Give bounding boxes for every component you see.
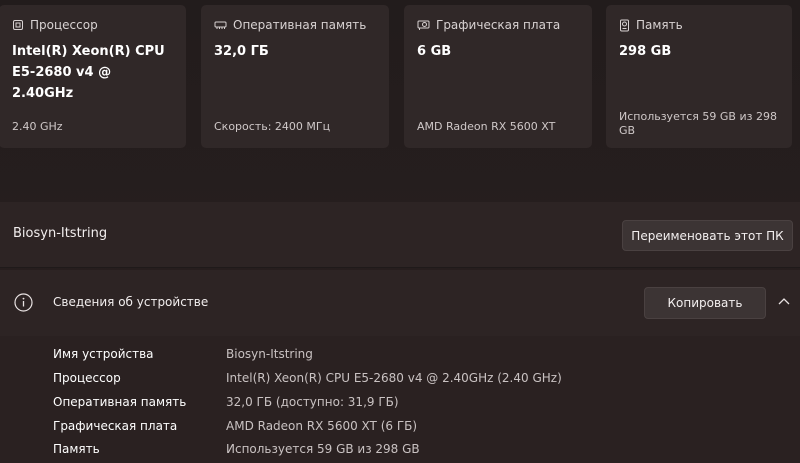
spec-label: Оперативная память (53, 395, 187, 409)
storage-card-value: 298 GB (619, 44, 672, 59)
storage-card-title: Память (636, 18, 683, 32)
spec-value[interactable]: Intel(R) Xeon(R) CPU E5-2680 v4 @ 2.40GH… (226, 368, 562, 388)
spec-label: Имя устройства (53, 347, 154, 361)
device-specs-header[interactable]: Сведения об устройстве Копировать (0, 270, 800, 336)
memory-card-subtext: Скорость: 2400 МГц (214, 120, 331, 133)
storage-icon (620, 19, 629, 31)
spec-label: Графическая плата (53, 419, 178, 433)
pc-name: Biosyn-Itstring (13, 226, 108, 241)
device-specs-list: Имя устройства Biosyn-Itstring Процессор… (0, 336, 800, 463)
memory-card-title: Оперативная память (233, 18, 367, 32)
rename-pc-button[interactable]: Переименовать этот ПК (622, 220, 793, 251)
storage-subtext-line: Используется 59 GB из 298 (619, 110, 777, 123)
processor-value-line: 2.40GHz (12, 86, 74, 101)
info-icon (14, 293, 33, 312)
spec-row-graphics: Графическая плата AMD Radeon RX 5600 XT … (0, 416, 800, 436)
graphics-card-header: Графическая плата (417, 17, 580, 33)
memory-card-value: 32,0 ГБ (214, 44, 269, 59)
chevron-up-icon[interactable] (777, 297, 791, 306)
spec-row-ram: Оперативная память 32,0 ГБ (доступно: 31… (0, 392, 800, 412)
spec-label: Процессор (53, 371, 121, 385)
spec-row-storage: Память Используется 59 GB из 298 GB (0, 439, 800, 459)
rename-pc-row: Biosyn-Itstring Переименовать этот ПК (0, 202, 800, 268)
spec-value[interactable]: Biosyn-Itstring (226, 344, 313, 364)
processor-card-title: Процессор (30, 18, 98, 32)
processor-card-header: Процессор (12, 17, 174, 33)
graphics-card: Графическая плата 6 GB AMD Radeon RX 560… (404, 5, 592, 148)
graphics-card-subtext: AMD Radeon RX 5600 XT (417, 120, 556, 133)
processor-card: Процессор Intel(R) Xeon(R) CPU E5-2680 v… (0, 5, 186, 148)
storage-card-subtext: Используется 59 GB из 298 GB (619, 110, 780, 138)
processor-card-value: Intel(R) Xeon(R) CPU E5-2680 v4 @ 2.40GH… (12, 41, 174, 104)
graphics-card-title: Графическая плата (436, 18, 561, 32)
spec-label: Память (53, 442, 100, 456)
processor-value-line: E5-2680 v4 @ (12, 65, 112, 80)
memory-icon (214, 21, 227, 29)
spec-value[interactable]: 32,0 ГБ (доступно: 31,9 ГБ) (226, 392, 399, 412)
spec-row-device-name: Имя устройства Biosyn-Itstring (0, 344, 800, 364)
memory-card-header: Оперативная память (214, 17, 377, 33)
storage-subtext-line: GB (619, 124, 636, 137)
processor-card-subtext: 2.40 GHz (12, 120, 63, 133)
storage-card: Память 298 GB Используется 59 GB из 298 … (606, 5, 792, 148)
graphics-card-value: 6 GB (417, 44, 452, 59)
copy-button[interactable]: Копировать (644, 287, 766, 319)
cpu-icon (13, 20, 23, 30)
spec-row-processor: Процессор Intel(R) Xeon(R) CPU E5-2680 v… (0, 368, 800, 388)
storage-card-header: Память (619, 17, 780, 33)
processor-value-line: Intel(R) Xeon(R) CPU (12, 44, 165, 59)
spec-value[interactable]: AMD Radeon RX 5600 XT (6 ГБ) (226, 416, 417, 436)
gpu-icon (417, 20, 430, 30)
spec-value[interactable]: Используется 59 GB из 298 GB (226, 439, 420, 459)
memory-card: Оперативная память 32,0 ГБ Скорость: 240… (201, 5, 389, 148)
device-specs-title: Сведения об устройстве (53, 295, 209, 309)
